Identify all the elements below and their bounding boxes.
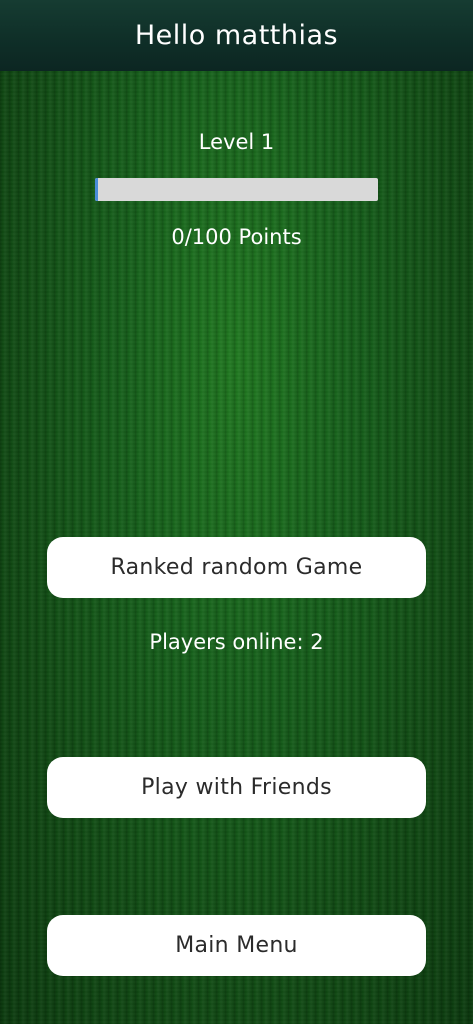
players-online-label: Players online: 2	[149, 630, 324, 654]
level-label: Level 1	[198, 130, 275, 154]
level-progress-bar	[95, 178, 378, 201]
ranked-random-game-button[interactable]: Ranked random Game	[47, 537, 426, 598]
play-with-friends-button[interactable]: Play with Friends	[47, 757, 426, 818]
main-menu-button[interactable]: Main Menu	[47, 915, 426, 976]
greeting-title: Hello matthias	[134, 20, 339, 51]
points-label: 0/100 Points	[171, 225, 302, 249]
top-header-bar: Hello matthias	[0, 0, 473, 71]
level-progress-fill	[95, 178, 98, 201]
